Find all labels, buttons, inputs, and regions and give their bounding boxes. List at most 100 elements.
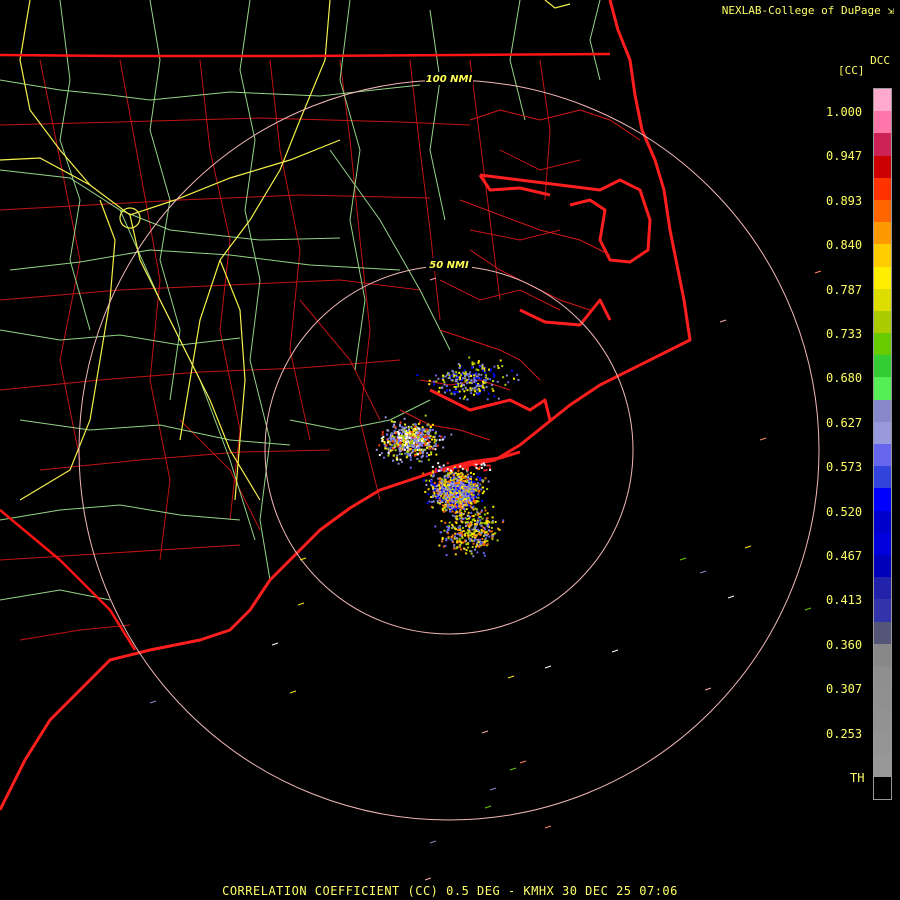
echo-pixel xyxy=(454,504,457,506)
echo-pixel xyxy=(434,431,437,434)
echo-pixel xyxy=(456,541,458,544)
echo-pixel xyxy=(418,437,421,440)
echo-pixel xyxy=(387,454,390,457)
echo-pixel xyxy=(409,466,412,469)
echo-pixel xyxy=(404,429,407,432)
echo-pixel xyxy=(401,445,404,448)
echo-pixel xyxy=(480,524,483,527)
echo-pixel xyxy=(433,444,436,447)
echo-pixel xyxy=(378,454,381,457)
echo-pixel xyxy=(444,375,447,378)
echo-pixel xyxy=(469,540,472,542)
echo-pixel xyxy=(483,469,486,472)
echo-pixel xyxy=(467,511,470,514)
echo-pixel xyxy=(446,496,448,499)
echo-pixel xyxy=(480,373,483,376)
echo-pixel xyxy=(455,506,458,509)
echo-pixel xyxy=(474,386,477,389)
echo-pixel xyxy=(390,433,393,436)
echo-pixel xyxy=(462,483,465,486)
corner-arrow-icon: ⇲ xyxy=(887,4,894,17)
echo-pixel xyxy=(474,548,476,551)
echo-pixel xyxy=(504,383,507,386)
echo-pixel xyxy=(488,535,491,538)
echo-pixel xyxy=(438,489,441,492)
echo-pixel xyxy=(389,443,392,446)
echo-pixel xyxy=(383,456,385,459)
echo-pixel xyxy=(466,518,469,520)
echo-pixel xyxy=(447,472,449,475)
echo-pixel xyxy=(394,425,397,428)
echo-pixel xyxy=(471,528,474,531)
echo-pixel xyxy=(428,436,431,439)
colorbar-segment xyxy=(874,310,891,334)
echo-pixel xyxy=(413,438,416,441)
echo-pixel xyxy=(472,483,475,486)
echo-pixel xyxy=(482,551,485,554)
echo-pixel xyxy=(385,444,388,447)
echo-pixel xyxy=(480,488,483,491)
echo-pixel xyxy=(434,439,437,442)
echo-pixel xyxy=(486,512,489,515)
echo-pixel xyxy=(456,515,458,518)
echo-pixel xyxy=(415,439,418,442)
echo-pixel xyxy=(401,432,403,435)
echo-pixel xyxy=(453,489,456,492)
echo-pixel xyxy=(392,447,395,450)
echo-pixel xyxy=(434,467,437,470)
echo-pixel xyxy=(449,472,451,475)
echo-pixel xyxy=(476,543,479,546)
echo-pixel xyxy=(446,389,448,392)
echo-pixel xyxy=(441,536,444,539)
echo-pixel xyxy=(432,494,435,497)
echo-pixel xyxy=(448,481,451,483)
echo-pixel xyxy=(446,476,449,479)
colorbar-label: 0.520 xyxy=(826,504,863,519)
echo-pixel xyxy=(486,517,489,520)
echo-pixel xyxy=(396,458,399,461)
echo-pixel xyxy=(451,482,453,485)
echo-pixel xyxy=(456,518,459,521)
echo-pixel xyxy=(498,528,501,531)
echo-pixel xyxy=(430,501,433,503)
echo-pixel xyxy=(432,428,434,431)
echo-pixel xyxy=(463,463,466,466)
echo-pixel xyxy=(446,462,449,465)
echo-pixel xyxy=(423,479,425,482)
echo-pixel xyxy=(481,537,484,540)
echo-pixel xyxy=(484,371,487,374)
echo-pixel xyxy=(488,464,491,467)
echo-pixel xyxy=(458,490,461,493)
echo-pixel xyxy=(486,488,489,490)
echo-pixel xyxy=(516,373,519,376)
echo-pixel xyxy=(461,486,463,489)
echo-pixel xyxy=(445,470,448,473)
echo-pixel xyxy=(386,433,389,436)
echo-pixel xyxy=(454,553,457,556)
echo-pixel xyxy=(439,469,442,472)
echo-pixel xyxy=(478,538,481,541)
echo-pixel xyxy=(458,371,461,374)
echo-pixel xyxy=(477,360,480,363)
echo-pixel xyxy=(459,500,462,503)
echo-pixel xyxy=(452,498,455,501)
echo-pixel xyxy=(429,425,432,428)
echo-pixel xyxy=(393,437,395,440)
echo-pixel xyxy=(381,433,384,436)
echo-pixel xyxy=(430,451,433,454)
echo-pixel xyxy=(398,453,401,456)
echo-pixel xyxy=(413,425,416,428)
echo-pixel xyxy=(415,449,417,452)
echo-pixel xyxy=(452,391,455,394)
echo-pixel xyxy=(513,377,515,380)
echo-pixel xyxy=(497,397,500,400)
echo-pixel xyxy=(493,375,496,378)
echo-pixel xyxy=(453,544,456,547)
colorbar-label: 0.840 xyxy=(826,238,863,253)
echo-pixel xyxy=(458,534,461,537)
echo-pixel xyxy=(478,478,481,481)
echo-pixel xyxy=(423,436,426,438)
echo-pixel xyxy=(482,389,485,392)
echo-pixel xyxy=(421,455,424,457)
echo-pixel xyxy=(493,395,496,398)
